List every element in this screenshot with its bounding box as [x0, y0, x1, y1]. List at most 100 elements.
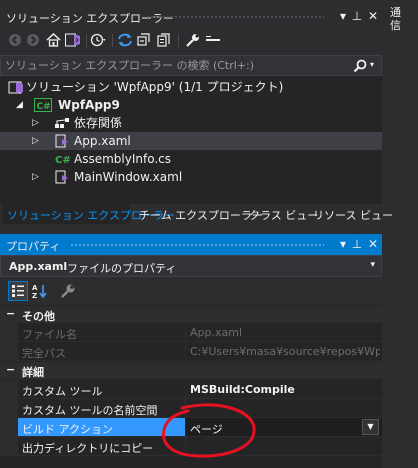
close-button[interactable]: ✕ [366, 9, 380, 23]
row-gutter [0, 342, 18, 360]
collapsed-arrow-icon[interactable]: ▷ [32, 170, 42, 184]
build-action-select[interactable]: ページ [190, 421, 380, 437]
tree-item-mainwindow-xaml[interactable]: ▷ MainWindow.xaml [0, 168, 382, 186]
toolbar-separator [112, 34, 113, 47]
properties-wrench-icon[interactable] [184, 32, 202, 48]
tree-item-dependencies[interactable]: ▷ 依存関係 [0, 114, 382, 132]
property-row-fullpath[interactable]: 完全パス C:¥Users¥masa¥source¥repos¥WpfA [0, 342, 382, 361]
tree-item-app-xaml[interactable]: ▷ App.xaml [0, 132, 382, 150]
vs-icon[interactable] [64, 32, 82, 48]
solution-explorer-title-bar: ソリューション エクスプローラー ▾ ⊥ ✕ [0, 6, 382, 27]
properties-toolbar: AZ [0, 278, 382, 304]
tree-item-label: App.xaml [74, 134, 131, 148]
row-gutter [0, 399, 18, 417]
property-name: ファイル名 [22, 328, 77, 341]
tree-item-label: WpfApp9 [58, 98, 120, 112]
tree-item-label: AssemblyInfo.cs [74, 152, 172, 166]
column-divider[interactable] [185, 437, 186, 455]
property-row-custom-tool[interactable]: カスタム ツール MSBuild:Compile [0, 380, 382, 399]
tree-item-project[interactable]: ◢ C# WpfApp9 [0, 96, 382, 114]
close-button[interactable]: ✕ [366, 237, 380, 251]
properties-title-bar: プロパティ ▾ ⊥ ✕ [0, 234, 382, 255]
property-value[interactable]: MSBuild:Compile [190, 383, 380, 396]
window-position-dropdown-button[interactable]: ▾ [336, 237, 350, 251]
collapse-all-icon[interactable] [136, 32, 154, 48]
svg-text:A: A [32, 284, 38, 292]
home-icon[interactable] [44, 32, 62, 48]
toolbar-separator [86, 34, 87, 47]
sync-icon[interactable] [116, 32, 134, 48]
property-row-custom-tool-namespace[interactable]: カスタム ツールの名前空間 [0, 399, 382, 418]
search-options-chevron-down-icon[interactable]: ▾ [370, 60, 374, 69]
forward-icon[interactable] [24, 32, 42, 48]
solution-explorer-search-box: ▾ [0, 55, 382, 76]
show-all-files-icon[interactable] [156, 32, 174, 48]
preview-icon[interactable] [204, 32, 222, 48]
tab-resource-view[interactable]: リソース ビュー [308, 204, 398, 224]
sort-az-icon: AZ [32, 284, 47, 299]
property-name: カスタム ツールの名前空間 [22, 404, 158, 417]
tool-window-tab-strip: ソリューション エクスプローラー チーム エクスプローラー クラス ビュー リソ… [0, 204, 393, 226]
search-input[interactable] [5, 58, 335, 73]
search-icon[interactable] [353, 59, 367, 73]
dependencies-icon [54, 116, 70, 130]
auto-hide-pin-button[interactable]: ⊥ [350, 9, 364, 23]
window-position-dropdown-button[interactable]: ▾ [336, 9, 350, 23]
tree-item-label: ソリューション 'WpfApp9' (1/1 プロジェクト) [26, 80, 284, 94]
collapse-minus-icon[interactable]: − [6, 364, 16, 375]
column-divider[interactable] [185, 380, 186, 398]
tree-item-solution[interactable]: ソリューション 'WpfApp9' (1/1 プロジェクト) [0, 78, 382, 96]
toolbar-separator [178, 34, 179, 47]
category-label: その他 [22, 310, 55, 323]
object-selector-dropdown[interactable]: App.xaml ファイルのプロパティ ▾ [0, 255, 382, 277]
column-divider[interactable] [185, 323, 186, 341]
column-divider[interactable] [185, 399, 186, 417]
title-drag-grip[interactable] [146, 15, 324, 20]
property-name: 完全パス [22, 347, 66, 360]
xaml-icon [54, 170, 70, 184]
property-value: C:¥Users¥masa¥source¥repos¥WpfA [190, 345, 380, 358]
expanded-arrow-icon[interactable]: ◢ [16, 98, 26, 112]
property-name: カスタム ツール [22, 385, 103, 398]
alphabetical-sort-button[interactable]: AZ [30, 281, 50, 301]
row-gutter [0, 418, 18, 436]
selected-object-type: ファイルのプロパティ [67, 262, 177, 275]
auto-hide-pin-button[interactable]: ⊥ [350, 237, 364, 251]
row-gutter [0, 323, 18, 341]
svg-text:C#: C# [37, 102, 51, 112]
categorized-view-button[interactable] [8, 281, 28, 301]
property-row-copy-to-output[interactable]: 出力ディレクトリにコピー [0, 437, 382, 456]
solution-icon [8, 80, 24, 94]
row-gutter [0, 437, 18, 455]
xaml-icon [54, 134, 70, 148]
history-icon[interactable] [90, 32, 108, 48]
title-drag-grip[interactable] [70, 243, 324, 248]
category-advanced[interactable]: − 詳細 [0, 362, 382, 379]
csharp-project-icon: C# [34, 98, 52, 112]
right-side-tab-strip: 通信 [382, 0, 418, 468]
property-value: App.xaml [190, 326, 243, 339]
tree-item-label: MainWindow.xaml [74, 170, 183, 184]
chevron-down-icon[interactable]: ▾ [370, 260, 375, 270]
category-misc[interactable]: − その他 [0, 306, 382, 323]
collapsed-arrow-icon[interactable]: ▷ [32, 134, 42, 148]
property-name: ビルド アクション [22, 423, 113, 436]
column-divider[interactable] [185, 342, 186, 360]
svg-text:Z: Z [32, 292, 37, 299]
collapsed-arrow-icon[interactable]: ▷ [32, 116, 42, 130]
property-row-filename[interactable]: ファイル名 App.xaml [0, 323, 382, 342]
selected-object-name: App.xaml [9, 260, 68, 273]
svg-text:C#: C# [55, 155, 70, 166]
tab-solution-explorer[interactable]: ソリューション エクスプローラー [2, 204, 175, 224]
tree-item-assemblyinfo[interactable]: C# AssemblyInfo.cs [0, 150, 382, 168]
collapse-minus-icon[interactable]: − [6, 308, 16, 319]
property-pages-wrench-icon[interactable] [58, 281, 78, 301]
property-name: 出力ディレクトリにコピー [22, 442, 154, 455]
property-row-build-action[interactable]: ビルド アクション ページ ▼ [0, 418, 382, 437]
back-icon[interactable] [6, 32, 24, 48]
properties-title: プロパティ [6, 240, 61, 253]
row-gutter [0, 380, 18, 398]
dropdown-chevron-down-icon[interactable]: ▼ [362, 419, 379, 435]
side-tab-communication[interactable]: 通信 [390, 6, 402, 32]
category-label: 詳細 [22, 366, 44, 379]
